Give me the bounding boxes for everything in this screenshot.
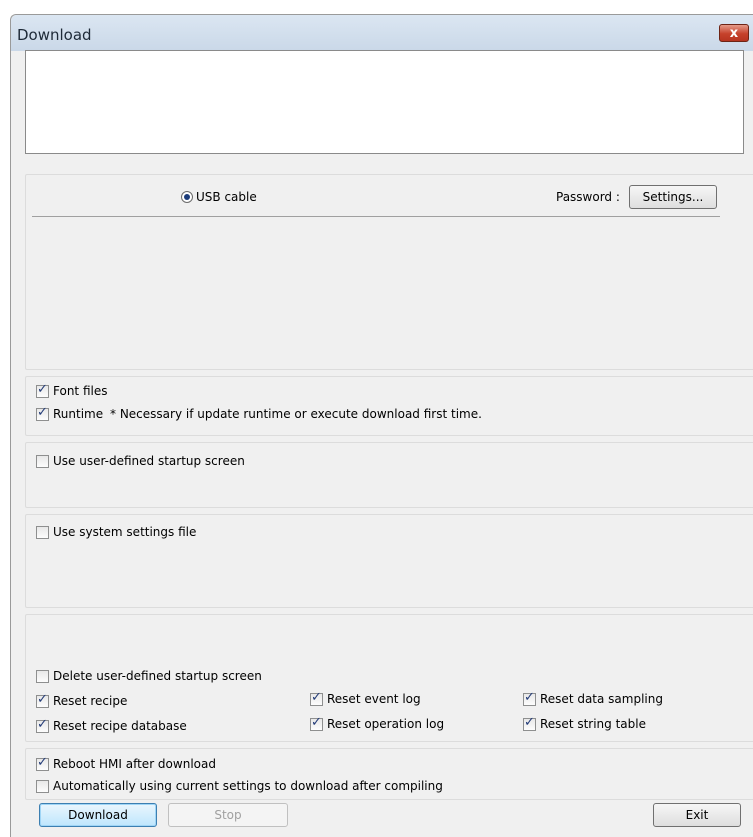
delete-startup-label: Delete user-defined startup screen — [53, 669, 262, 683]
check-icon: ✓ — [37, 382, 48, 397]
delete-startup-checkbox[interactable] — [36, 670, 49, 683]
font-files-label: Font files — [53, 384, 108, 398]
password-label: Password : — [556, 190, 620, 204]
output-log[interactable] — [25, 50, 744, 154]
stop-button[interactable]: Stop — [168, 803, 288, 827]
check-icon: ✓ — [311, 715, 322, 730]
usb-cable-label: USB cable — [196, 190, 257, 204]
window-title: Download — [17, 26, 92, 44]
startup-screen-checkbox[interactable] — [36, 455, 49, 468]
runtime-checkbox[interactable]: ✓ — [36, 405, 49, 421]
check-icon: ✓ — [37, 755, 48, 770]
runtime-label: Runtime — [53, 407, 104, 421]
font-files-checkbox[interactable]: ✓ — [36, 382, 49, 398]
check-icon: ✓ — [311, 690, 322, 705]
reset-data-sampling-label: Reset data sampling — [540, 692, 663, 706]
check-icon: ✓ — [524, 690, 535, 705]
title-bar: Download x — [11, 15, 753, 51]
download-button[interactable]: Download — [39, 803, 157, 827]
connection-panel: USB cable Password : Settings... — [25, 174, 753, 370]
reset-recipe-checkbox[interactable]: ✓ — [36, 692, 49, 708]
reboot-hmi-checkbox[interactable]: ✓ — [36, 755, 49, 771]
reset-operation-log-label: Reset operation log — [327, 717, 445, 731]
reboot-hmi-label: Reboot HMI after download — [53, 757, 216, 771]
close-button[interactable]: x — [719, 24, 749, 42]
auto-download-checkbox[interactable] — [36, 780, 49, 793]
reset-recipe-db-checkbox[interactable]: ✓ — [36, 717, 49, 733]
check-icon: ✓ — [37, 692, 48, 707]
system-settings-label: Use system settings file — [53, 525, 197, 539]
check-icon: ✓ — [37, 405, 48, 420]
download-dialog: Download x USB cable Password : Settings… — [10, 14, 753, 837]
files-panel: ✓ Font files ✓ Runtime * Necessary if up… — [25, 376, 753, 436]
close-icon: x — [729, 26, 739, 41]
reset-operation-log-checkbox[interactable]: ✓ — [310, 715, 323, 731]
usb-cable-radio[interactable] — [181, 191, 193, 203]
check-icon: ✓ — [524, 715, 535, 730]
reset-panel: Delete user-defined startup screen ✓ Res… — [25, 614, 753, 742]
reset-event-log-label: Reset event log — [327, 692, 421, 706]
dialog-content: USB cable Password : Settings... ✓ Font … — [11, 158, 753, 837]
post-download-panel: ✓ Reboot HMI after download Automaticall… — [25, 748, 753, 800]
runtime-note: * Necessary if update runtime or execute… — [110, 407, 482, 421]
reset-event-log-checkbox[interactable]: ✓ — [310, 690, 323, 706]
divider — [32, 216, 720, 217]
reset-string-table-checkbox[interactable]: ✓ — [523, 715, 536, 731]
radio-selected-dot — [184, 194, 190, 200]
reset-string-table-label: Reset string table — [540, 717, 646, 731]
reset-recipe-db-label: Reset recipe database — [53, 719, 187, 733]
check-icon: ✓ — [37, 717, 48, 732]
system-settings-panel: Use system settings file — [25, 514, 753, 608]
system-settings-checkbox[interactable] — [36, 526, 49, 539]
auto-download-label: Automatically using current settings to … — [53, 779, 443, 793]
reset-data-sampling-checkbox[interactable]: ✓ — [523, 690, 536, 706]
exit-button[interactable]: Exit — [653, 803, 741, 827]
startup-screen-label: Use user-defined startup screen — [53, 454, 245, 468]
startup-panel: Use user-defined startup screen — [25, 442, 753, 508]
settings-button[interactable]: Settings... — [629, 185, 717, 209]
reset-recipe-label: Reset recipe — [53, 694, 128, 708]
